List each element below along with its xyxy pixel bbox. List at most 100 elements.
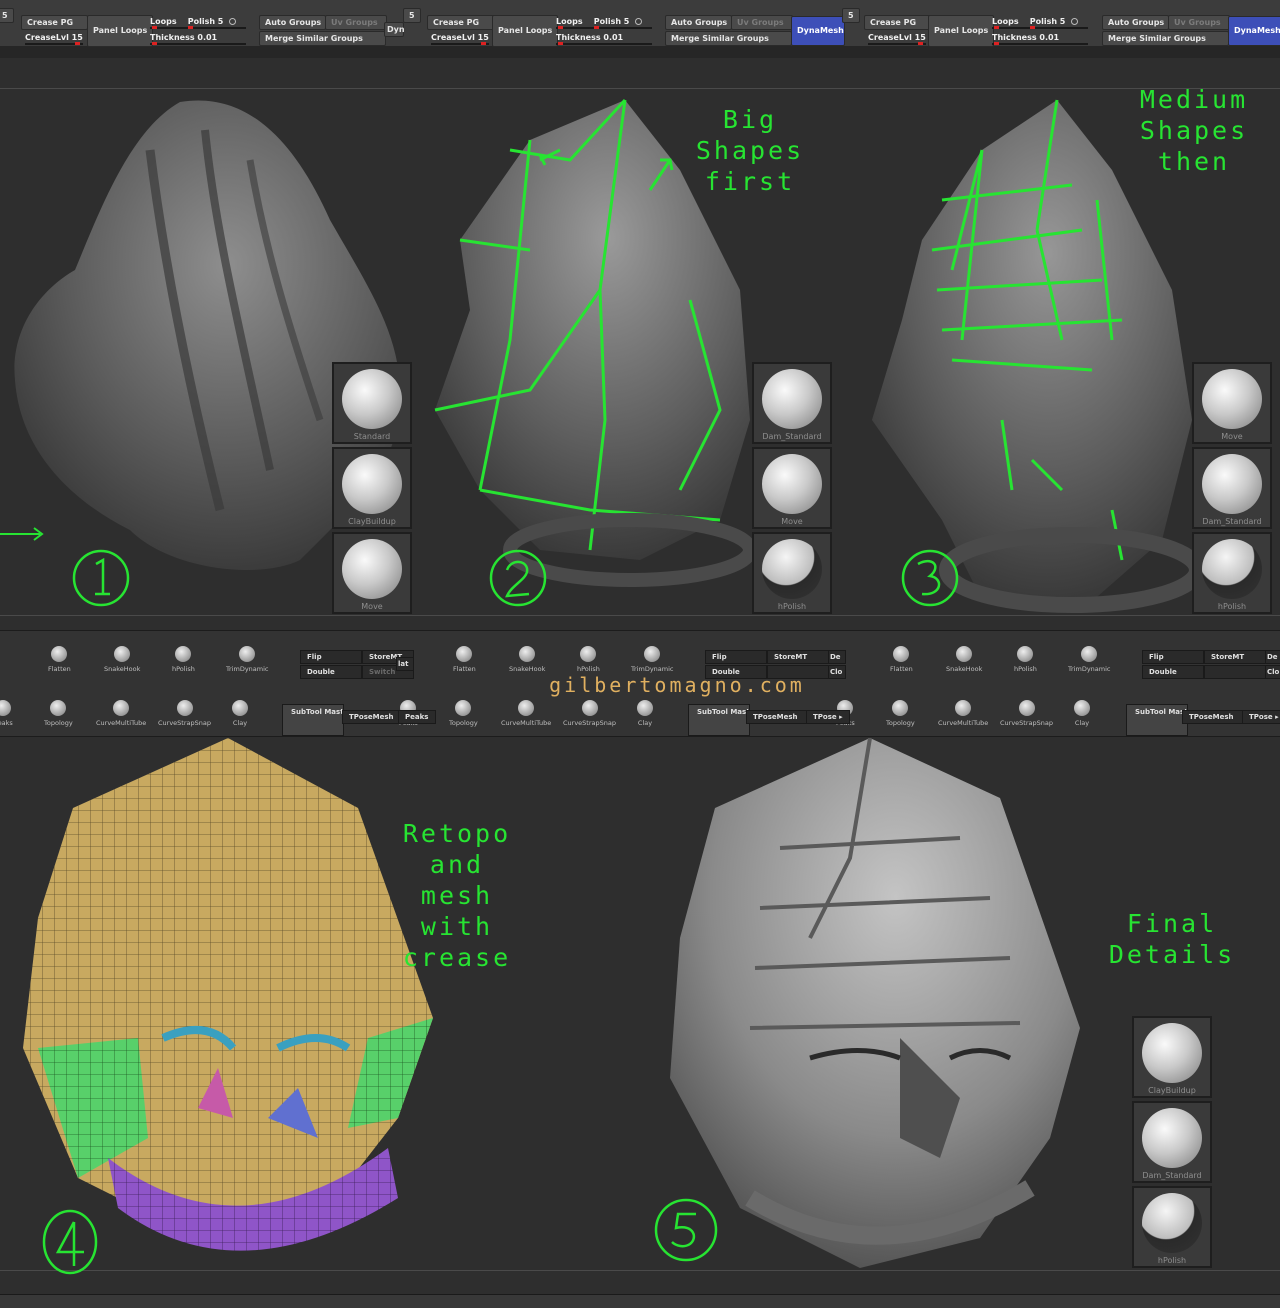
double-button[interactable]: Double [1142, 665, 1204, 679]
flip-button[interactable]: Flip [300, 650, 362, 664]
tposemesh-button[interactable]: TPoseMesh [1182, 710, 1244, 724]
move-brush-icon [762, 454, 822, 514]
fragment-5-label: 5 [842, 8, 860, 23]
loops-polish-slider[interactable]: Loops Polish 5 [150, 15, 246, 29]
subtool-master-button[interactable]: SubTool Master [282, 704, 352, 736]
palette-brush-label: Topology [886, 719, 915, 727]
step-2-number-icon [489, 549, 547, 607]
polish-circle-icon[interactable] [1071, 18, 1079, 25]
crease-pg-button[interactable]: Crease PG [21, 15, 88, 30]
merge-similar-groups-button[interactable]: Merge Similar Groups [259, 31, 386, 46]
dynamesh-button[interactable]: DynaMesh [1228, 16, 1280, 46]
brush-dam-standard[interactable]: Dam_Standard [1132, 1101, 1212, 1183]
tpose-button[interactable]: TPose ▸ [806, 710, 850, 724]
brush-hpolish[interactable]: hPolish [1192, 532, 1272, 614]
palette-brush-curvestrapsnap[interactable]: CurveStrapSnap [1000, 700, 1053, 727]
palette-brush-curvestrapsnap[interactable]: CurveStrapSnap [563, 700, 616, 727]
palette-brush-hpolish[interactable]: hPolish [172, 646, 195, 673]
auto-groups-button[interactable]: Auto Groups [665, 15, 732, 30]
brush-hpolish[interactable]: hPolish [1132, 1186, 1212, 1268]
brush-standard[interactable]: Standard [332, 362, 412, 444]
brush-dam-standard[interactable]: Dam_Standard [752, 362, 832, 444]
crease-level-marker [918, 42, 923, 45]
loops-polish-slider[interactable]: Loops Polish 5 [992, 15, 1088, 29]
panel-loops-button[interactable]: Panel Loops [87, 15, 154, 47]
palette-brush-trimdynamic[interactable]: TrimDynamic [1068, 646, 1111, 673]
palette-brush-peaks[interactable]: Peaks [0, 700, 13, 727]
dyn-fragment-button[interactable]: Dyn [384, 22, 405, 37]
palette-brush-trimdynamic[interactable]: TrimDynamic [226, 646, 269, 673]
uv-groups-button[interactable]: Uv Groups [1168, 15, 1230, 30]
crease-level-label: CreaseLvl 15 [431, 33, 489, 42]
storemt-button[interactable]: StoreMT [1204, 650, 1266, 664]
palette-brush-trimdynamic[interactable]: TrimDynamic [631, 646, 674, 673]
crease-level-slider[interactable]: CreaseLvl 15 [431, 31, 489, 45]
fragment-5-label: 5 [0, 8, 14, 23]
merge-similar-groups-button[interactable]: Merge Similar Groups [665, 31, 792, 46]
palette-brush-clay[interactable]: Clay [637, 700, 653, 727]
palette-brush-flatten[interactable]: Flatten [453, 646, 476, 673]
palette-brush-clay[interactable]: Clay [1074, 700, 1090, 727]
brush-claybuildup[interactable]: ClayBuildup [1132, 1016, 1212, 1098]
polish-circle-icon[interactable] [635, 18, 643, 25]
brush-label: Standard [353, 432, 391, 441]
storemt-button[interactable]: StoreMT [767, 650, 829, 664]
palette-brush-flatten[interactable]: Flatten [890, 646, 913, 673]
palette-brush-hpolish[interactable]: hPolish [577, 646, 600, 673]
tpose-button[interactable]: TPose ▸ [1242, 710, 1280, 724]
snakehook-brush-icon [114, 646, 131, 662]
palette-brush-curvemultitube[interactable]: CurveMultiTube [501, 700, 551, 727]
thickness-slider[interactable]: Thickness 0.01 [556, 31, 652, 45]
thickness-marker [994, 42, 999, 45]
palette-brush-snakehook[interactable]: SnakeHook [509, 646, 545, 673]
palette-brush-topology[interactable]: Topology [449, 700, 478, 727]
palette-brush-curvestrapsnap[interactable]: CurveStrapSnap [158, 700, 211, 727]
subtool-master-button[interactable]: SubTool Master [688, 704, 758, 736]
tposemesh-button[interactable]: TPoseMesh [746, 710, 808, 724]
step-4-number-icon [42, 1209, 98, 1275]
dynamesh-button[interactable]: DynaMesh [791, 16, 845, 46]
merge-similar-groups-button[interactable]: Merge Similar Groups [1102, 31, 1229, 46]
brush-palette-step-2: Dam_Standard Move hPolish [752, 362, 836, 616]
thickness-slider[interactable]: Thickness 0.01 [992, 31, 1088, 45]
flip-button[interactable]: Flip [1142, 650, 1204, 664]
palette-brush-topology[interactable]: Topology [886, 700, 915, 727]
crease-pg-button[interactable]: Crease PG [864, 15, 931, 30]
palette-brush-snakehook[interactable]: SnakeHook [104, 646, 140, 673]
subtool-master-button[interactable]: SubTool Master [1126, 704, 1196, 736]
panel-loops-button[interactable]: Panel Loops [492, 15, 559, 47]
dam-standard-brush-icon [1142, 1108, 1202, 1168]
crease-level-slider[interactable]: CreaseLvl 15 [25, 31, 83, 45]
double-button[interactable]: Double [300, 665, 362, 679]
panel-loops-button[interactable]: Panel Loops [928, 15, 995, 47]
uv-groups-button[interactable]: Uv Groups [731, 15, 793, 30]
uv-groups-button[interactable]: Uv Groups [325, 15, 387, 30]
loops-polish-slider[interactable]: Loops Polish 5 [556, 15, 652, 29]
palette-brush-clay[interactable]: Clay [232, 700, 248, 727]
palette-brush-flatten[interactable]: Flatten [48, 646, 71, 673]
brush-hpolish[interactable]: hPolish [752, 532, 832, 614]
tposemesh-button[interactable]: TPoseMesh [342, 710, 404, 724]
palette-brush-curvemultitube[interactable]: CurveMultiTube [96, 700, 146, 727]
auto-groups-button[interactable]: Auto Groups [259, 15, 326, 30]
palette-brush-hpolish[interactable]: hPolish [1014, 646, 1037, 673]
auto-groups-button[interactable]: Auto Groups [1102, 15, 1169, 30]
palette-brush-curvemultitube[interactable]: CurveMultiTube [938, 700, 988, 727]
palette-brush-snakehook[interactable]: SnakeHook [946, 646, 982, 673]
brush-move[interactable]: Move [752, 447, 832, 529]
switch-button[interactable] [1204, 665, 1266, 679]
palette-brush-topology[interactable]: Topology [44, 700, 73, 727]
crease-pg-button[interactable]: Crease PG [427, 15, 494, 30]
sculpt-step-5-final-render [670, 738, 1080, 1268]
dam-standard-brush-icon [1202, 454, 1262, 514]
brush-move[interactable]: Move [332, 532, 412, 614]
crease-level-slider[interactable]: CreaseLvl 15 [868, 31, 926, 45]
thickness-slider[interactable]: Thickness 0.01 [150, 31, 246, 45]
brush-move[interactable]: Move [1192, 362, 1272, 444]
trimdynamic-brush-icon [239, 646, 256, 662]
brush-label: Dam_Standard [762, 432, 822, 441]
brush-claybuildup[interactable]: ClayBuildup [332, 447, 412, 529]
brush-dam-standard[interactable]: Dam_Standard [1192, 447, 1272, 529]
polish-circle-icon[interactable] [229, 18, 237, 25]
flip-button[interactable]: Flip [705, 650, 767, 664]
